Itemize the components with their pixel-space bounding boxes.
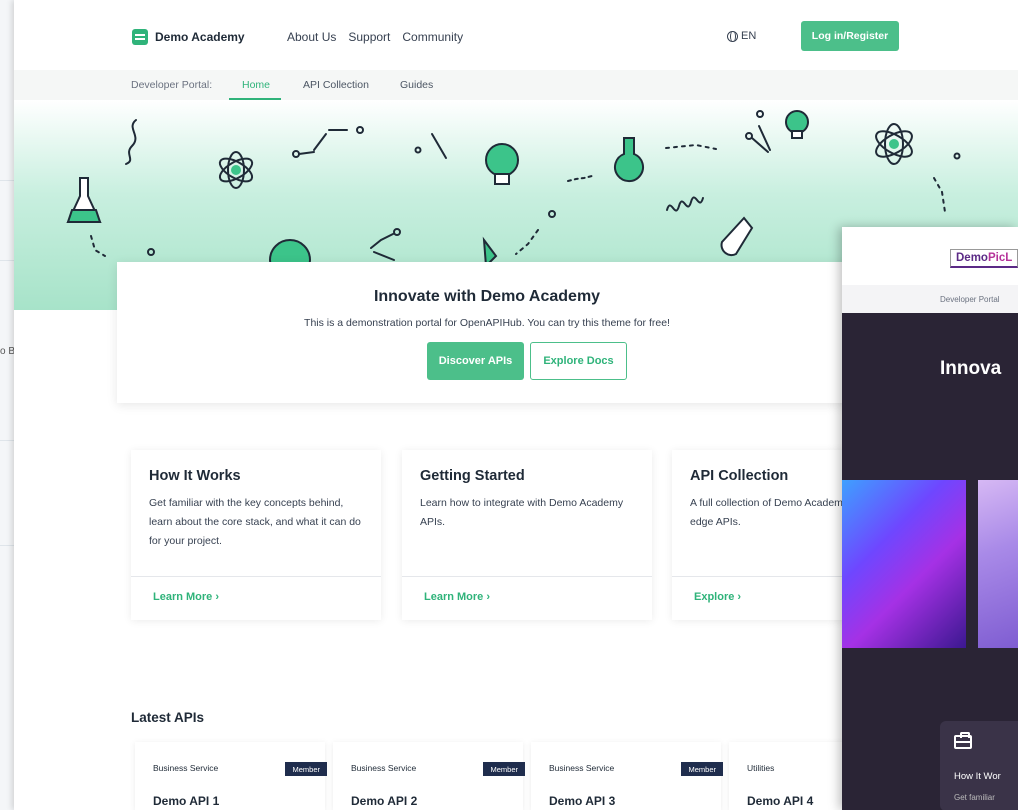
book-icon: [132, 29, 148, 45]
divider: [402, 576, 652, 577]
overlay-logo-text: Demo: [956, 252, 988, 264]
language-selector[interactable]: EN: [727, 30, 756, 42]
api-name: Demo API 2: [351, 794, 418, 808]
feature-title: How It Works: [149, 468, 241, 484]
api-name: Demo API 3: [549, 794, 616, 808]
feature-title: Getting Started: [420, 468, 525, 484]
feature-description: Get familiar with the key concepts behin…: [149, 497, 361, 547]
explore-link[interactable]: Explore ›: [694, 591, 741, 603]
explore-docs-button[interactable]: Explore Docs: [530, 342, 627, 380]
member-badge: Member: [285, 762, 327, 776]
api-name: Demo API 1: [153, 794, 220, 808]
overlay-logo-text-accent: PicL: [987, 252, 1013, 264]
top-navbar: Demo Academy About Us Support Community …: [14, 0, 1018, 70]
learn-more-link[interactable]: Learn More ›: [153, 591, 219, 603]
overlay-navbar: DemoPicL: [842, 227, 1018, 285]
member-badge: Member: [483, 762, 525, 776]
tab-home[interactable]: Home: [242, 79, 270, 91]
site-logo[interactable]: Demo Academy: [132, 29, 245, 45]
overlay-subnav: Developer Portal: [842, 285, 1018, 313]
latest-apis-heading: Latest APIs: [131, 710, 205, 725]
portal-subnav: Developer Portal: Home API Collection Gu…: [14, 70, 1018, 100]
login-register-button[interactable]: Log in/Register: [801, 21, 899, 51]
feature-description: Learn how to integrate with Demo Academy…: [420, 497, 624, 528]
abstract-image: [978, 480, 1018, 648]
feature-card-getting-started: Getting Started Learn how to integrate w…: [402, 450, 652, 620]
api-card[interactable]: Business Service Member Demo API 2: [333, 742, 525, 810]
tab-guides[interactable]: Guides: [400, 79, 433, 91]
learn-more-link[interactable]: Learn More ›: [424, 591, 490, 603]
api-card[interactable]: Business Service Member Demo API 3: [531, 742, 723, 810]
api-category: Business Service: [153, 763, 219, 773]
api-card[interactable]: Business Service Member Demo API 1: [135, 742, 327, 810]
tab-api-collection[interactable]: API Collection: [303, 79, 369, 91]
api-category: Utilities: [747, 763, 775, 773]
page-subtitle: This is a demonstration portal for OpenA…: [304, 317, 670, 329]
member-badge: Member: [681, 762, 723, 776]
api-category: Business Service: [351, 763, 417, 773]
feature-card-how-it-works: How It Works Get familiar with the key c…: [131, 450, 381, 620]
page-title: Innovate with Demo Academy: [373, 288, 601, 305]
briefcase-icon: [954, 732, 972, 749]
overlay-title: Innova: [940, 358, 1002, 379]
overlay-card-title: How It Wor: [954, 771, 1001, 782]
discover-apis-button[interactable]: Discover APIs: [427, 342, 524, 380]
language-label: EN: [741, 30, 757, 42]
nav-link-support[interactable]: Support: [348, 30, 390, 44]
overlay-subnav-label: Developer Portal: [940, 295, 1000, 304]
globe-icon: [727, 30, 738, 42]
overlay-feature-card: How It Wor Get familiar: [940, 721, 1018, 810]
nav-links: About Us Support Community: [287, 30, 463, 44]
api-category: Business Service: [549, 763, 615, 773]
nav-link-about[interactable]: About Us: [287, 30, 336, 44]
logo-text: Demo Academy: [155, 30, 245, 44]
abstract-image: [842, 480, 966, 648]
overlay-logo[interactable]: DemoPicL: [950, 249, 1018, 268]
overlay-window[interactable]: DemoPicL Developer Portal Innova How It …: [842, 227, 1018, 810]
intro-card: Innovate with Demo Academy This is a dem…: [117, 262, 857, 403]
overlay-card-desc: Get familiar: [954, 793, 995, 802]
nav-link-community[interactable]: Community: [402, 30, 463, 44]
divider: [131, 576, 381, 577]
api-name: Demo API 4: [747, 794, 814, 808]
feature-title: API Collection: [690, 468, 789, 484]
subnav-label: Developer Portal:: [131, 79, 213, 91]
